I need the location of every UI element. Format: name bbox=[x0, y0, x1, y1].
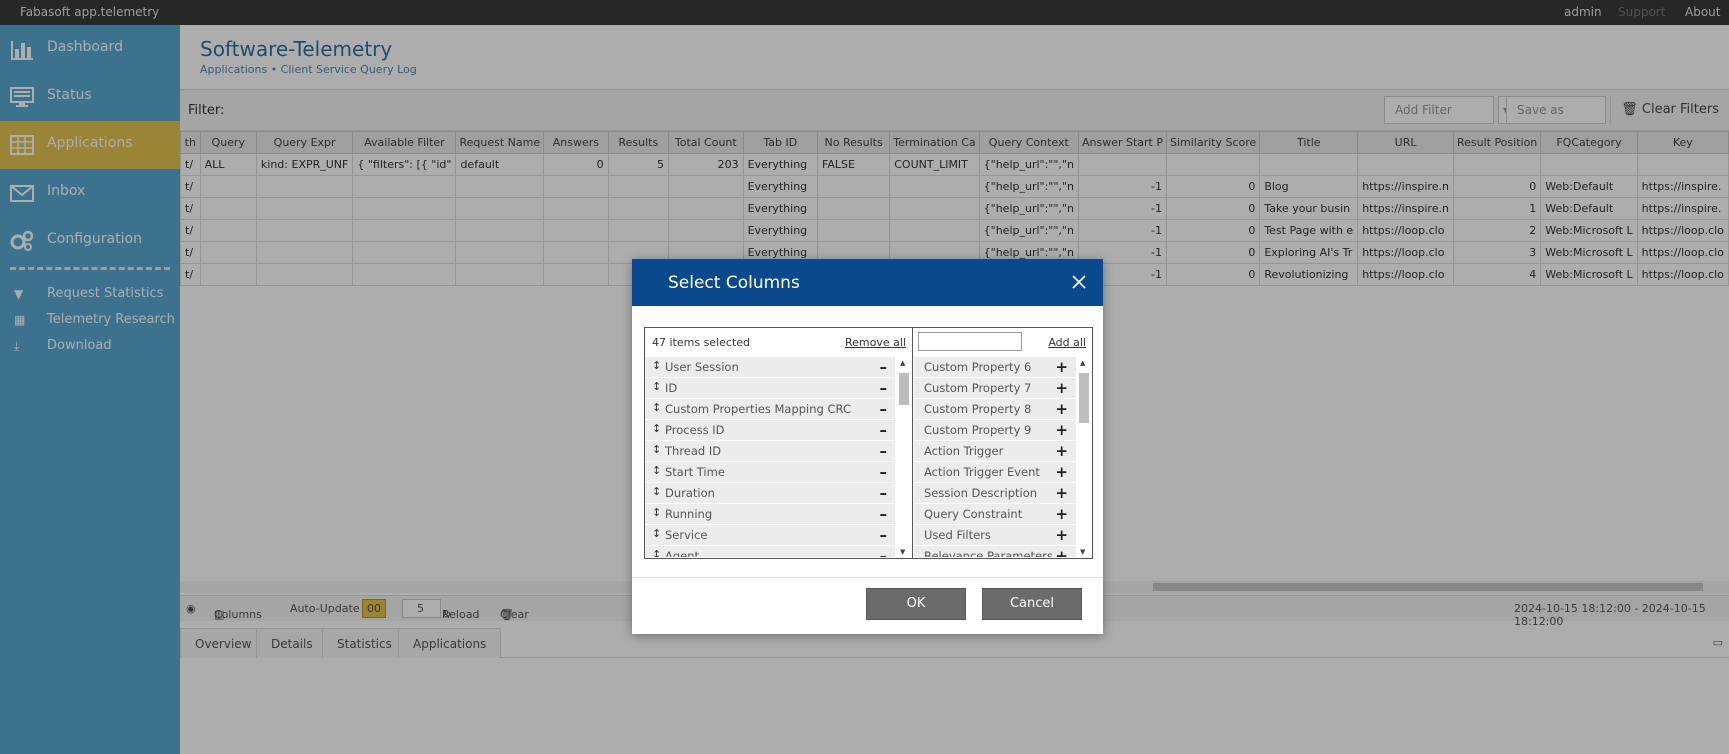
column-item-label: Process ID bbox=[665, 423, 725, 437]
scrollbar-thumb[interactable] bbox=[1079, 373, 1089, 423]
selected-column-item[interactable]: ↕ Service – bbox=[645, 525, 895, 546]
drag-handle-icon[interactable]: ↕ bbox=[652, 422, 661, 435]
add-icon[interactable]: + bbox=[1055, 442, 1068, 460]
selected-column-item[interactable]: ↕ ID – bbox=[645, 378, 895, 399]
column-item-label: Used Filters bbox=[924, 528, 991, 542]
drag-handle-icon[interactable]: ↕ bbox=[652, 527, 661, 540]
remove-icon[interactable]: – bbox=[880, 442, 888, 460]
selected-column-item[interactable]: ↕ User Session – bbox=[645, 357, 895, 378]
drag-handle-icon[interactable]: ↕ bbox=[652, 359, 661, 372]
available-pane-header: Add all bbox=[914, 328, 1092, 356]
available-column-item[interactable]: Custom Property 7 + bbox=[914, 378, 1076, 399]
available-column-item[interactable]: Session Description + bbox=[914, 483, 1076, 504]
drag-handle-icon[interactable]: ↕ bbox=[652, 443, 661, 456]
selected-count: 47 items selected bbox=[652, 336, 751, 349]
column-item-label: Relevance Parameters bbox=[924, 549, 1053, 557]
selected-columns-list: ↕ User Session – ↕ ID – ↕ Custom Properties Map… bbox=[645, 357, 895, 557]
drag-handle-icon[interactable]: ↕ bbox=[652, 401, 661, 414]
available-columns-pane: Add all Custom Property 6 + Custom Propert… bbox=[914, 328, 1092, 558]
selected-column-item[interactable]: ↕ Process ID – bbox=[645, 420, 895, 441]
available-column-item[interactable]: Custom Property 9 + bbox=[914, 420, 1076, 441]
selected-column-item[interactable]: ↕ Agent – bbox=[645, 546, 895, 557]
remove-icon[interactable]: – bbox=[880, 400, 888, 418]
selected-column-item[interactable]: ↕ Thread ID – bbox=[645, 441, 895, 462]
column-item-label: Start Time bbox=[665, 465, 725, 479]
selected-pane-header: 47 items selected Remove all bbox=[645, 328, 912, 356]
scroll-down-icon[interactable]: ▼ bbox=[1080, 548, 1085, 556]
remove-icon[interactable]: – bbox=[880, 505, 888, 523]
column-item-label: User Session bbox=[665, 360, 739, 374]
available-column-item[interactable]: Action Trigger Event + bbox=[914, 462, 1076, 483]
column-item-label: Action Trigger Event bbox=[924, 465, 1040, 479]
vertical-scrollbar[interactable]: ▲ ▼ bbox=[1077, 357, 1091, 556]
column-search-input[interactable] bbox=[918, 332, 1022, 351]
add-icon[interactable]: + bbox=[1055, 505, 1068, 523]
available-column-item[interactable]: Query Constraint + bbox=[914, 504, 1076, 525]
add-icon[interactable]: + bbox=[1055, 526, 1068, 544]
column-item-label: Session Description bbox=[924, 486, 1038, 500]
dialog-footer: OK Cancel bbox=[632, 577, 1103, 634]
column-item-label: Thread ID bbox=[665, 444, 722, 458]
available-column-item[interactable]: Action Trigger + bbox=[914, 441, 1076, 462]
column-item-label: Duration bbox=[665, 486, 715, 500]
remove-icon[interactable]: – bbox=[880, 421, 888, 439]
drag-handle-icon[interactable]: ↕ bbox=[652, 464, 661, 477]
add-icon[interactable]: + bbox=[1055, 463, 1068, 481]
selected-column-item[interactable]: ↕ Start Time – bbox=[645, 462, 895, 483]
add-icon[interactable]: + bbox=[1055, 421, 1068, 439]
available-column-item[interactable]: Custom Property 6 + bbox=[914, 357, 1076, 378]
column-item-label: Service bbox=[665, 528, 708, 542]
column-item-label: Action Trigger bbox=[924, 444, 1004, 458]
selected-column-item[interactable]: ↕ Running – bbox=[645, 504, 895, 525]
close-icon[interactable] bbox=[1069, 272, 1089, 292]
add-icon[interactable]: + bbox=[1055, 484, 1068, 502]
selected-column-item[interactable]: ↕ Custom Properties Mapping CRC – bbox=[645, 399, 895, 420]
column-item-label: Custom Property 8 bbox=[924, 402, 1032, 416]
dialog-header: Select Columns bbox=[632, 259, 1103, 306]
drag-handle-icon[interactable]: ↕ bbox=[652, 485, 661, 498]
column-item-label: Running bbox=[665, 507, 713, 521]
scroll-down-icon[interactable]: ▼ bbox=[900, 548, 905, 556]
selected-columns-pane: 47 items selected Remove all ↕ User Sessi… bbox=[645, 328, 913, 558]
selected-column-item[interactable]: ↕ Duration – bbox=[645, 483, 895, 504]
available-columns-list: Custom Property 6 + Custom Property 7 + Cust… bbox=[914, 357, 1076, 557]
column-item-label: Custom Property 6 bbox=[924, 360, 1032, 374]
available-column-item[interactable]: Used Filters + bbox=[914, 525, 1076, 546]
select-columns-dialog: Select Columns 47 items selected Remove … bbox=[632, 259, 1103, 634]
scroll-up-icon[interactable]: ▲ bbox=[900, 359, 905, 367]
column-item-label: Custom Property 7 bbox=[924, 381, 1032, 395]
add-all-link[interactable]: Add all bbox=[1048, 336, 1086, 349]
ok-button[interactable]: OK bbox=[866, 588, 966, 620]
drag-handle-icon[interactable]: ↕ bbox=[652, 380, 661, 393]
column-picker: 47 items selected Remove all ↕ User Sessi… bbox=[644, 327, 1093, 559]
add-icon[interactable]: + bbox=[1055, 358, 1068, 376]
available-column-item[interactable]: Relevance Parameters + bbox=[914, 546, 1076, 557]
dialog-title: Select Columns bbox=[668, 273, 800, 293]
column-item-label: Agent bbox=[665, 549, 700, 557]
remove-icon[interactable]: – bbox=[880, 358, 888, 376]
remove-icon[interactable]: – bbox=[880, 379, 888, 397]
cancel-button[interactable]: Cancel bbox=[982, 588, 1082, 620]
remove-icon[interactable]: – bbox=[880, 547, 888, 557]
drag-handle-icon[interactable]: ↕ bbox=[652, 506, 661, 519]
add-icon[interactable]: + bbox=[1055, 400, 1068, 418]
column-item-label: Custom Properties Mapping CRC bbox=[665, 402, 851, 416]
remove-icon[interactable]: – bbox=[880, 463, 888, 481]
remove-icon[interactable]: – bbox=[880, 526, 888, 544]
vertical-scrollbar[interactable]: ▲ ▼ bbox=[897, 357, 911, 556]
available-column-item[interactable]: Custom Property 8 + bbox=[914, 399, 1076, 420]
remove-icon[interactable]: – bbox=[880, 484, 888, 502]
column-item-label: ID bbox=[665, 381, 678, 395]
drag-handle-icon[interactable]: ↕ bbox=[652, 548, 661, 557]
column-item-label: Query Constraint bbox=[924, 507, 1023, 521]
column-item-label: Custom Property 9 bbox=[924, 423, 1032, 437]
scroll-up-icon[interactable]: ▲ bbox=[1080, 359, 1085, 367]
remove-all-link[interactable]: Remove all bbox=[845, 336, 906, 349]
add-icon[interactable]: + bbox=[1055, 379, 1068, 397]
scrollbar-thumb[interactable] bbox=[899, 373, 909, 405]
add-icon[interactable]: + bbox=[1055, 547, 1068, 557]
